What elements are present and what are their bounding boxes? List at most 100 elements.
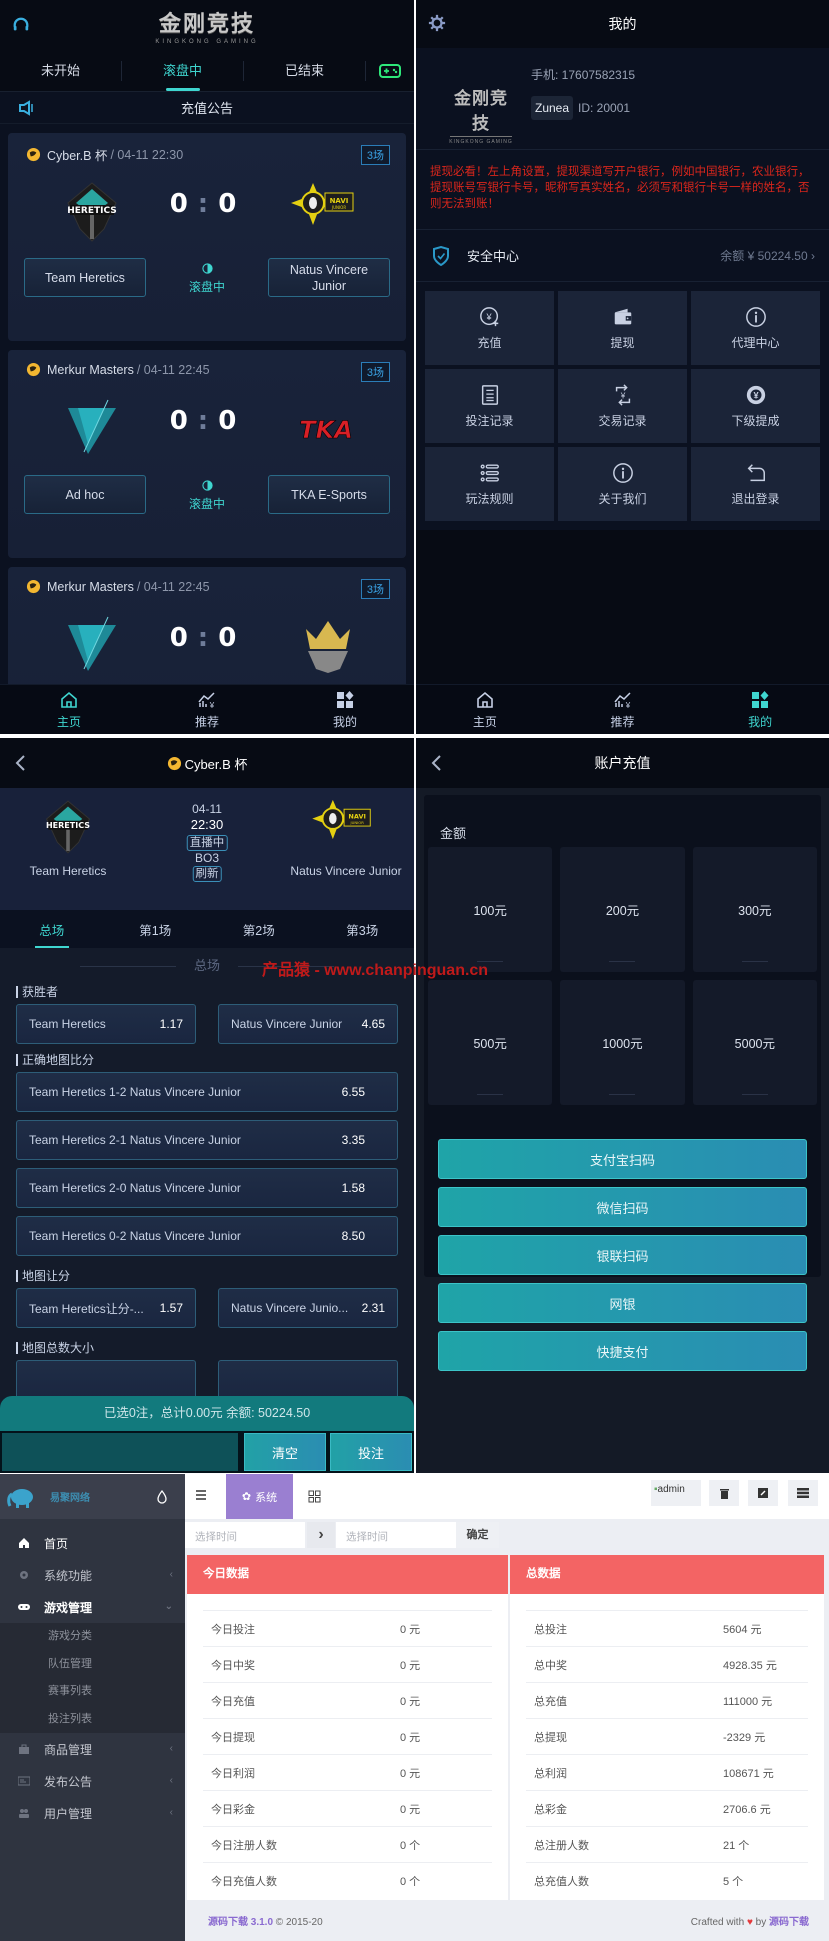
tabbar-recommend[interactable]: ¥ 推荐 <box>554 685 692 734</box>
brand-logo: 金刚竞技 KINGKONG GAMING <box>155 6 258 45</box>
settings-menu-button[interactable] <box>788 1480 818 1506</box>
away-team-button[interactable]: TKA E-Sports <box>268 475 390 514</box>
odds-option[interactable]: Team Heretics 2-1 Natus Vincere Junior 3.… <box>16 1120 398 1160</box>
amount-option[interactable]: 300元 <box>692 847 817 972</box>
wechat-pay-button[interactable]: 微信扫码 <box>438 1187 807 1227</box>
tab-upcoming[interactable]: 未开始 <box>0 60 122 81</box>
amount-option[interactable]: 100元 <box>428 847 553 972</box>
submenu-team-management[interactable]: 队伍管理 <box>0 1651 185 1679</box>
odds-option[interactable]: Team Heretics 2-0 Natus Vincere Junior 1.… <box>16 1168 398 1208</box>
alipay-button[interactable]: 支付宝扫码 <box>438 1139 807 1179</box>
grid-withdraw[interactable]: 提现 <box>558 291 687 365</box>
security-center-row[interactable]: 安全中心 余额 ¥ 50224.50 › <box>416 230 829 282</box>
tabbar-recommend[interactable]: ¥ 推荐 <box>138 685 276 734</box>
clear-cache-button[interactable] <box>709 1480 739 1506</box>
menu-system[interactable]: 系统功能 ‹ <box>0 1559 185 1591</box>
place-bet-button[interactable]: 投注 <box>330 1433 412 1471</box>
gear-icon[interactable] <box>428 14 446 32</box>
grid-rules[interactable]: 玩法规则 <box>425 447 554 521</box>
online-bank-button[interactable]: 网银 <box>438 1283 807 1323</box>
odds-option[interactable]: Team Heretics 0-2 Natus Vincere Junior 8.… <box>16 1216 398 1256</box>
stat-label: 总彩金 <box>534 1803 567 1816</box>
away-team-button[interactable]: Natus Vincere Junior <box>268 258 390 297</box>
by-text: by <box>755 1917 767 1928</box>
footer-copyright: © 2015-20 <box>273 1917 323 1928</box>
unionpay-button[interactable]: 银联扫码 <box>438 1235 807 1275</box>
grid-logout[interactable]: 退出登录 <box>691 447 820 521</box>
amount-option[interactable]: 5000元 <box>692 980 817 1105</box>
page-title: 账户充值 <box>594 755 651 771</box>
match-card[interactable]: Merkur Masters / 04-11 22:45 3场 0:0 TKA … <box>8 350 406 558</box>
hamburger-icon[interactable] <box>195 1489 207 1501</box>
ad-hoc-logo <box>68 399 116 454</box>
refresh-button[interactable]: 刷新 <box>192 866 222 882</box>
admin-avatar[interactable]: ▪admin <box>651 1480 701 1506</box>
tab-overall[interactable]: 总场 <box>0 920 104 939</box>
back-icon[interactable] <box>430 754 442 772</box>
amount-option[interactable]: 500元 <box>428 980 553 1105</box>
clear-button[interactable]: 清空 <box>244 1433 326 1471</box>
match-card[interactable]: Cyber.B 杯 / 04-11 22:30 3场 HERETICS 0:0 … <box>8 133 406 341</box>
gear-icon <box>20 1571 28 1579</box>
home-team-button[interactable]: Ad hoc <box>24 475 146 514</box>
fullscreen-button[interactable] <box>748 1480 778 1506</box>
live-tag: 直播中 <box>186 835 228 851</box>
menu-users[interactable]: 用户管理 ‹ <box>0 1797 185 1829</box>
submenu-bet-list[interactable]: 投注列表 <box>0 1706 185 1734</box>
tab-live[interactable]: 滚盘中 <box>122 60 244 81</box>
tabbar-home[interactable]: 主页 <box>0 685 138 734</box>
odds-option[interactable] <box>218 1360 398 1400</box>
odds-option[interactable]: Team Heretics 1.17 <box>16 1004 196 1044</box>
headset-icon[interactable] <box>12 16 30 34</box>
footer-brand-link[interactable]: 源码下载 3.1.0 <box>208 1917 273 1928</box>
theme-drop-icon[interactable] <box>157 1490 167 1504</box>
match-status-tabs: 未开始 滚盘中 已结束 <box>0 50 414 92</box>
menu-game[interactable]: 游戏管理 ⌄ <box>0 1591 185 1623</box>
odds-option[interactable]: Team Heretics让分-... 1.57 <box>16 1288 196 1328</box>
tabbar-mine[interactable]: 我的 <box>276 685 414 734</box>
grid-agent[interactable]: 代理中心 <box>691 291 820 365</box>
grid-icon[interactable] <box>308 1490 321 1503</box>
end-date-input[interactable]: 选择时间 <box>336 1522 456 1548</box>
quick-pay-button[interactable]: 快捷支付 <box>438 1331 807 1371</box>
home-team-name: Team Heretics <box>29 864 107 878</box>
apps-icon <box>337 690 354 708</box>
tab-round-2[interactable]: 第2场 <box>207 920 311 939</box>
confirm-button[interactable]: 确定 <box>456 1522 499 1548</box>
odds-option[interactable]: Team Heretics 1-2 Natus Vincere Junior 6.… <box>16 1072 398 1112</box>
tab-finished[interactable]: 已结束 <box>244 60 366 81</box>
home-team-button[interactable]: Team Heretics <box>24 258 146 297</box>
tabbar-home[interactable]: 主页 <box>416 685 554 734</box>
tabbar-mine[interactable]: 我的 <box>691 685 829 734</box>
odds-option[interactable] <box>16 1360 196 1400</box>
grid-about[interactable]: 关于我们 <box>558 447 687 521</box>
notice-bar[interactable]: 充值公告 <box>0 92 414 124</box>
away-team-name: Natus Vincere Junior <box>290 864 402 878</box>
submenu-match-list[interactable]: 赛事列表 <box>0 1678 185 1706</box>
logo-title: 金刚竞技 <box>158 11 255 36</box>
menu-announcements[interactable]: 发布公告 ‹ <box>0 1765 185 1797</box>
odds-option[interactable]: Natus Vincere Junior 4.65 <box>218 1004 398 1044</box>
grid-commission[interactable]: ¥ 下级提成 <box>691 369 820 443</box>
tab-system[interactable]: ✿ 系统 <box>226 1474 293 1519</box>
grid-bet-records[interactable]: 投注记录 <box>425 369 554 443</box>
tab-round-1[interactable]: 第1场 <box>104 920 208 939</box>
amount-option[interactable]: 1000元 <box>560 980 685 1105</box>
game-button[interactable] <box>366 63 414 79</box>
tab-round-3[interactable]: 第3场 <box>311 920 415 939</box>
amount-option[interactable]: 200元 <box>560 847 685 972</box>
grid-transactions[interactable]: ¥ 交易记录 <box>558 369 687 443</box>
back-icon[interactable] <box>14 754 26 772</box>
menu-home[interactable]: 首页 <box>0 1527 185 1559</box>
stat-label: 今日充值人数 <box>211 1875 277 1888</box>
rounds-badge: 3场 <box>360 362 390 382</box>
start-date-input[interactable]: 选择时间 <box>185 1522 305 1548</box>
feature-grid: ¥ 充值 提现 代理中心 投注记录 ¥ 交易记录 ¥ 下级提成 玩法规则 关于我们 退… <box>416 282 829 530</box>
odds-option[interactable]: Natus Vincere Junio... 2.31 <box>218 1288 398 1328</box>
bet-amount-input[interactable] <box>2 1433 238 1471</box>
submenu-game-category[interactable]: 游戏分类 <box>0 1623 185 1651</box>
admin-main: ✿ 系统 ▪admin 选择时间 › 选择时间 确定 今日数据 今日投注 0 元今日… <box>185 1474 829 1941</box>
menu-products[interactable]: 商品管理 ‹ <box>0 1733 185 1765</box>
grid-recharge[interactable]: ¥ 充值 <box>425 291 554 365</box>
crafted-brand-link[interactable]: 源码下载 <box>769 1917 809 1928</box>
